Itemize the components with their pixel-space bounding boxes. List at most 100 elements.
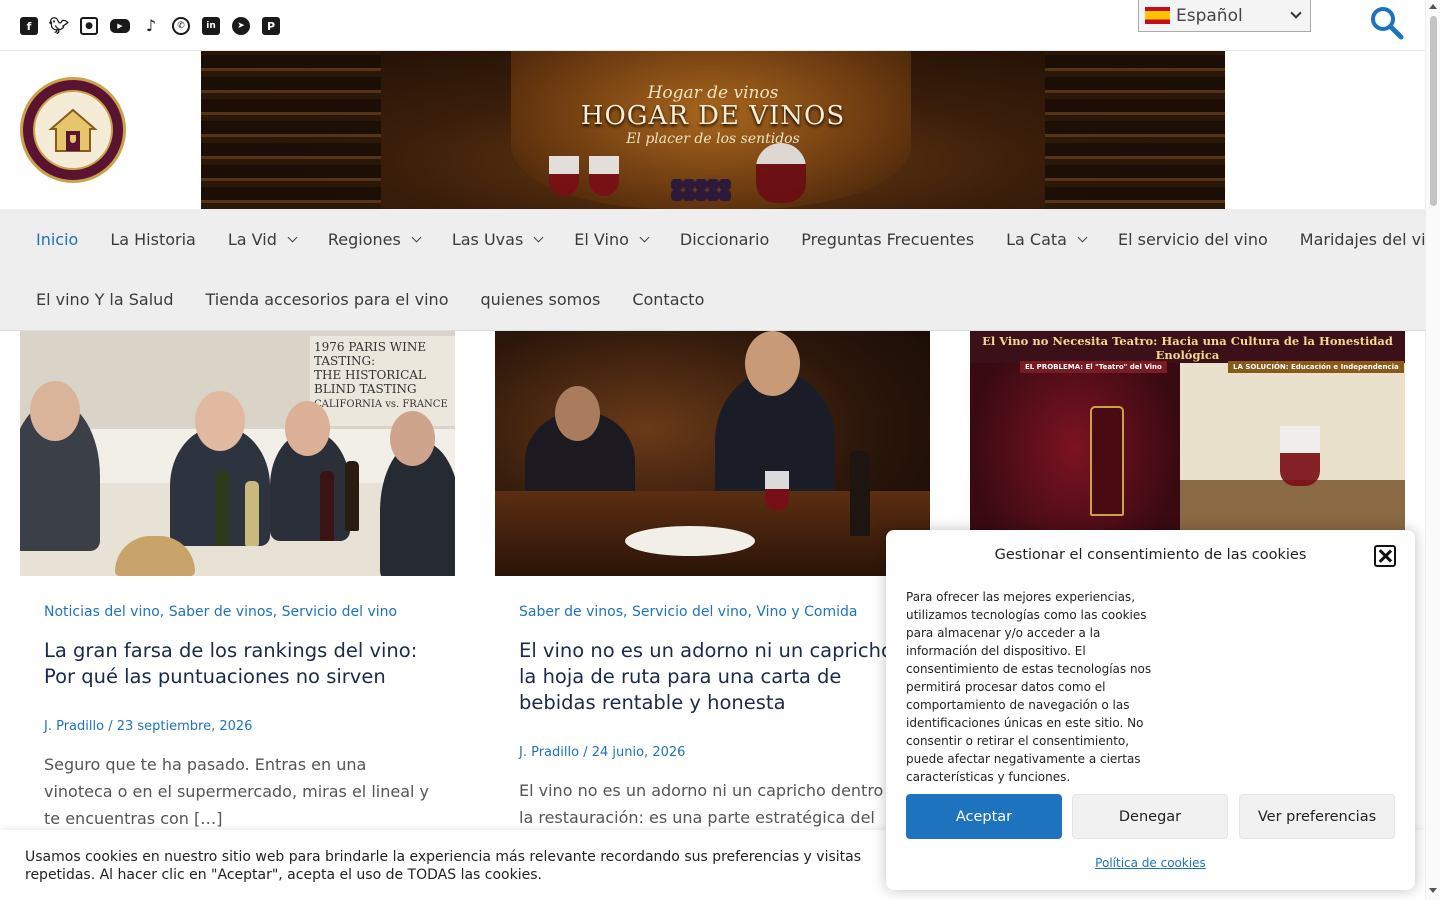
pinterest-icon[interactable]: P xyxy=(262,17,280,35)
nav-item-preguntas-frecuentes[interactable]: Preguntas Frecuentes xyxy=(785,209,990,269)
post-categories: Noticias del vino, Saber de vinos, Servi… xyxy=(44,604,398,620)
grapes-icon xyxy=(671,179,731,201)
social-links: f 🐦︎ ● ▶ ♪ ✆ in ➤ P xyxy=(20,17,280,35)
close-icon[interactable] xyxy=(1374,545,1396,567)
main-nav: Inicio La Historia La Vid Regiones Las U… xyxy=(0,209,1440,331)
post-date[interactable]: 24 junio, 2026 xyxy=(592,745,686,760)
banner-tagline: El placer de los sentidos xyxy=(626,131,800,147)
post-categories: Saber de vinos, Servicio del vino, Vino … xyxy=(519,604,858,620)
nav-item-el-vino-y-la-salud[interactable]: El vino Y la Salud xyxy=(20,269,189,329)
scroll-up-icon[interactable] xyxy=(1429,4,1437,9)
twitter-icon[interactable]: 🐦︎ xyxy=(49,17,69,35)
person-figure xyxy=(285,401,330,456)
nav-item-contacto[interactable]: Contacto xyxy=(616,269,720,329)
chevron-down-icon xyxy=(411,232,422,242)
wine-glass-icon xyxy=(589,156,619,196)
nav-item-la-vid[interactable]: La Vid xyxy=(212,209,312,269)
banner-subtitle: Hogar de vinos xyxy=(647,83,779,103)
category-link[interactable]: Saber de vinos xyxy=(169,604,273,620)
top-bar: f 🐦︎ ● ▶ ♪ ✆ in ➤ P Español xyxy=(0,0,1425,51)
wine-bottle-icon xyxy=(1090,406,1124,516)
search-icon[interactable] xyxy=(1370,6,1404,40)
plate-icon xyxy=(625,526,755,556)
post-author[interactable]: J. Pradillo xyxy=(519,745,579,760)
facebook-icon[interactable]: f xyxy=(20,17,38,35)
page-scrollbar[interactable] xyxy=(1425,0,1440,900)
header-banner: Hogar de vinos HOGAR DE VINOS El placer … xyxy=(201,51,1225,209)
post-meta: J. Pradillo / 24 junio, 2026 xyxy=(519,745,686,760)
site-logo[interactable] xyxy=(20,77,126,183)
infographic-label: LA SOLUCIÓN: Educación e Independencia xyxy=(1228,361,1404,373)
nav-row-2: El vino Y la Salud Tienda accesorios par… xyxy=(20,269,720,329)
cookie-notice-text: Usamos cookies en nuestro sitio web para… xyxy=(25,849,862,883)
language-label: Español xyxy=(1176,5,1243,26)
wine-bottle-icon xyxy=(245,481,259,546)
wine-bottle-icon xyxy=(215,471,229,546)
nav-item-el-vino[interactable]: El Vino xyxy=(558,209,664,269)
person-figure xyxy=(30,381,80,441)
instagram-icon[interactable]: ● xyxy=(80,17,98,35)
category-link[interactable]: Vino y Comida xyxy=(756,604,857,620)
whatsapp-icon[interactable]: ✆ xyxy=(172,17,190,35)
telegram-icon[interactable]: ➤ xyxy=(232,17,250,35)
spain-flag-icon xyxy=(1145,7,1170,24)
scroll-down-icon[interactable] xyxy=(1429,888,1437,893)
nav-item-el-servicio-del-vino[interactable]: El servicio del vino xyxy=(1102,209,1284,269)
language-select[interactable]: Español xyxy=(1138,0,1311,32)
nav-item-las-uvas[interactable]: Las Uvas xyxy=(436,209,558,269)
scroll-thumb[interactable] xyxy=(1430,16,1437,206)
modal-title: Gestionar el consentimiento de las cooki… xyxy=(994,547,1307,563)
poster-line: 1976 PARIS WINE TASTING: xyxy=(314,340,427,368)
modal-text: Para ofrecer las mejores experiencias, u… xyxy=(906,590,1152,784)
infographic-title: El Vino no Necesita Teatro: Hacia una Cu… xyxy=(982,334,1393,362)
post-title[interactable]: El vino no es un adorno ni un capricho: … xyxy=(519,638,914,716)
nav-item-regiones[interactable]: Regiones xyxy=(312,209,436,269)
infographic-label: EL PROBLEMA: El "Teatro" del Vino xyxy=(1020,361,1167,373)
nav-item-diccionario[interactable]: Diccionario xyxy=(664,209,785,269)
post-date[interactable]: 23 septiembre, 2026 xyxy=(117,719,253,734)
cookie-consent-modal: Gestionar el consentimiento de las cooki… xyxy=(886,530,1415,890)
wine-glass-icon xyxy=(765,471,789,511)
poster-line: THE HISTORICAL BLIND TASTING xyxy=(314,368,426,396)
decanter-icon xyxy=(756,143,806,203)
site-header: Hogar de vinos HOGAR DE VINOS El placer … xyxy=(0,51,1425,209)
accept-button[interactable]: Aceptar xyxy=(906,794,1062,839)
category-link[interactable]: Servicio del vino xyxy=(282,604,398,620)
post-title[interactable]: La gran farsa de los rankings del vino: … xyxy=(44,638,439,690)
chevron-down-icon xyxy=(1077,232,1088,242)
infographic-header: El Vino no Necesita Teatro: Hacia una Cu… xyxy=(970,331,1405,363)
nav-item-inicio[interactable]: Inicio xyxy=(20,209,94,269)
chevron-down-icon xyxy=(1290,7,1302,19)
nav-item-tienda-accesorios[interactable]: Tienda accesorios para el vino xyxy=(189,269,464,329)
post-author[interactable]: J. Pradillo xyxy=(44,719,104,734)
nav-item-la-cata[interactable]: La Cata xyxy=(990,209,1102,269)
nav-item-maridajes-del-vino[interactable]: Maridajes del vino xyxy=(1284,209,1440,269)
house-icon xyxy=(33,90,113,170)
thumbnail-poster: 1976 PARIS WINE TASTING: THE HISTORICAL … xyxy=(310,336,455,426)
post-thumbnail[interactable] xyxy=(495,331,930,576)
nav-row-1: Inicio La Historia La Vid Regiones Las U… xyxy=(20,209,1440,269)
post-excerpt: Seguro que te ha pasado. Entras en una v… xyxy=(44,755,430,828)
linkedin-icon[interactable]: in xyxy=(202,17,220,35)
cookie-policy-link[interactable]: Política de cookies xyxy=(886,856,1415,870)
banner-title: HOGAR DE VINOS xyxy=(580,101,846,131)
wine-bottle-icon xyxy=(850,451,870,536)
category-link[interactable]: Servicio del vino xyxy=(632,604,748,620)
deny-button[interactable]: Denegar xyxy=(1072,794,1228,839)
nav-item-la-historia[interactable]: La Historia xyxy=(94,209,212,269)
category-link[interactable]: Saber de vinos xyxy=(519,604,623,620)
waiter-figure xyxy=(745,331,800,396)
wine-glass-icon xyxy=(549,156,579,196)
post-card: 1976 PARIS WINE TASTING: THE HISTORICAL … xyxy=(20,331,455,891)
post-card: Saber de vinos, Servicio del vino, Vino … xyxy=(495,331,930,891)
view-preferences-button[interactable]: Ver preferencias xyxy=(1239,794,1395,839)
nav-item-quienes-somos[interactable]: quienes somos xyxy=(464,269,616,329)
post-meta: J. Pradillo / 23 septiembre, 2026 xyxy=(44,719,253,734)
post-thumbnail[interactable]: 1976 PARIS WINE TASTING: THE HISTORICAL … xyxy=(20,331,455,576)
tiktok-icon[interactable]: ♪ xyxy=(142,17,160,35)
wine-bottle-icon xyxy=(320,471,334,541)
chevron-down-icon xyxy=(287,232,298,242)
youtube-icon[interactable]: ▶ xyxy=(110,19,130,33)
person-figure xyxy=(195,391,245,451)
category-link[interactable]: Noticias del vino xyxy=(44,604,160,620)
